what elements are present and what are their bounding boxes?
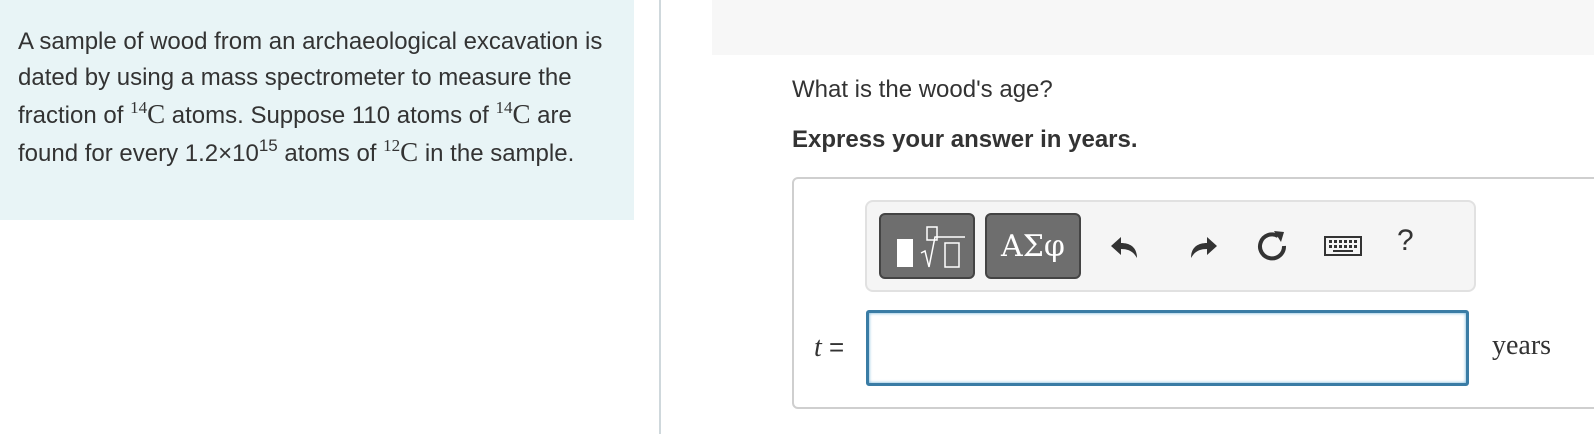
- problem-statement: A sample of wood from an archaeological …: [18, 24, 618, 172]
- reset-icon[interactable]: [1252, 226, 1292, 266]
- answer-instruction: Express your answer in years.: [792, 126, 1138, 153]
- exponent: 15: [259, 137, 278, 167]
- isotope-c14: 14C: [130, 99, 165, 129]
- undo-icon[interactable]: [1107, 226, 1147, 266]
- isotope-mass: 12: [383, 136, 401, 155]
- isotope-c12: 12C: [383, 137, 418, 167]
- problem-panel: A sample of wood from an archaeological …: [0, 0, 634, 220]
- problem-text-part: in the sample.: [418, 140, 575, 167]
- unit-label: years: [1492, 330, 1552, 361]
- keyboard-icon[interactable]: [1323, 226, 1363, 266]
- isotope-mass: 14: [130, 98, 148, 117]
- isotope-c14: 14C: [496, 99, 531, 129]
- problem-text-part: atoms. Suppose 110 atoms of: [165, 102, 496, 129]
- panel-divider: [659, 0, 661, 434]
- variable-label: t =: [814, 332, 844, 364]
- isotope-element: C: [512, 99, 531, 129]
- templates-button[interactable]: [879, 213, 975, 279]
- page: A sample of wood from an archaeological …: [0, 0, 1594, 434]
- exponent-value: 15: [258, 136, 278, 155]
- templates-icon: [897, 226, 965, 268]
- problem-text-part: atoms of: [277, 140, 384, 167]
- isotope-element: C: [147, 99, 166, 129]
- greek-symbols-button[interactable]: ΑΣφ: [985, 213, 1081, 279]
- math-toolbar: ΑΣφ ?: [865, 200, 1476, 292]
- answer-input[interactable]: [866, 310, 1469, 386]
- isotope-mass: 14: [495, 98, 513, 117]
- equals-sign: =: [829, 332, 845, 362]
- redo-icon[interactable]: [1181, 226, 1221, 266]
- variable-symbol: t: [814, 332, 822, 363]
- help-button[interactable]: ?: [1397, 224, 1414, 258]
- greek-symbols-label: ΑΣφ: [1001, 229, 1065, 264]
- top-strip: [712, 0, 1594, 55]
- question-prompt: What is the wood's age?: [792, 76, 1053, 103]
- isotope-element: C: [400, 137, 419, 167]
